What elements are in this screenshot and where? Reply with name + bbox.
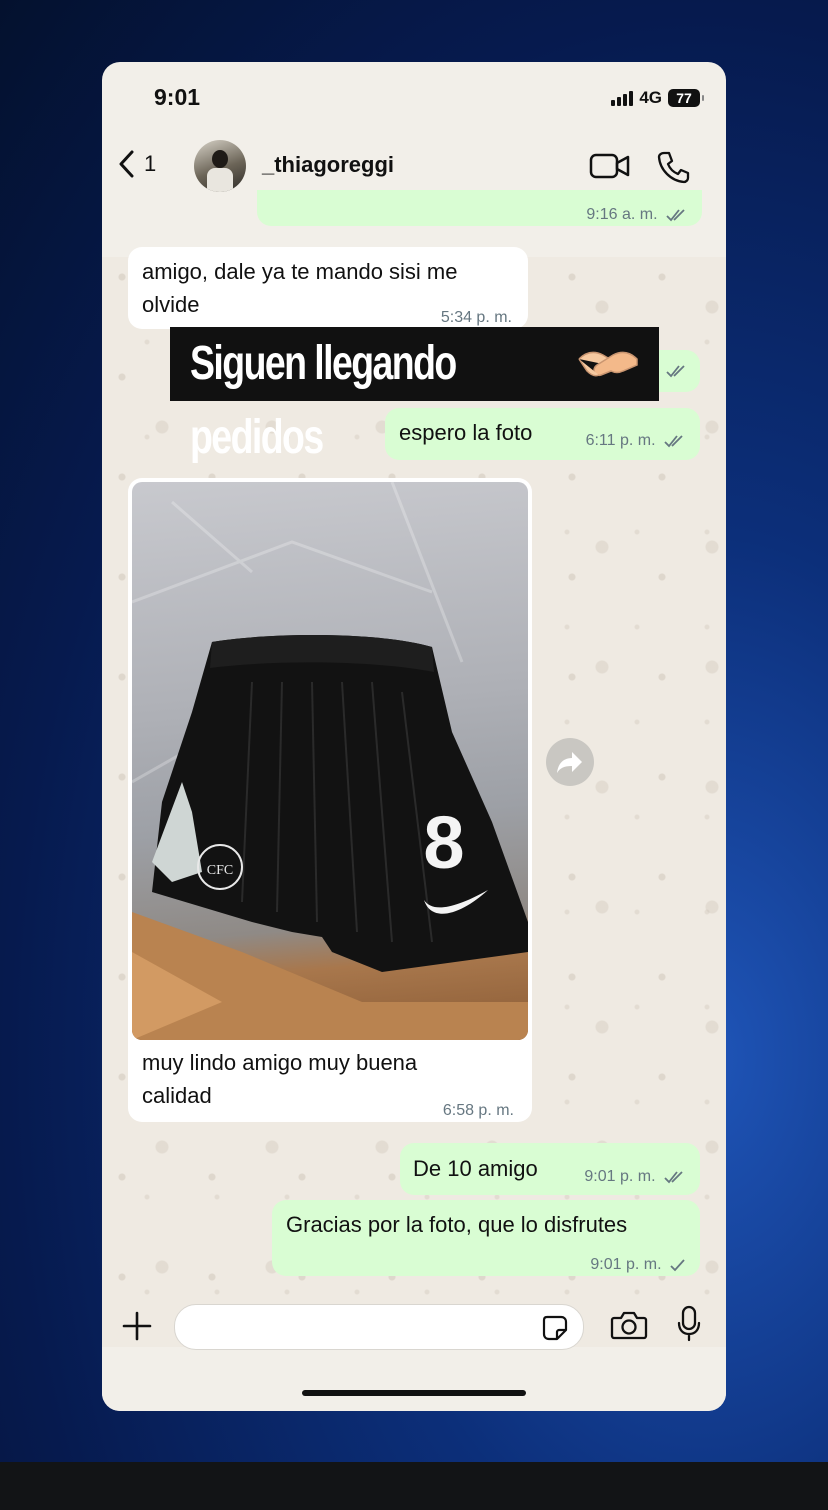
double-check-icon <box>666 209 685 222</box>
message-incoming-photo[interactable]: CFC 8 muy lindo amigo muy buena calidad … <box>128 478 532 1122</box>
message-text: espero la foto <box>399 420 533 445</box>
message-time: 9:01 p. m. <box>590 1256 662 1273</box>
forward-icon <box>557 752 582 773</box>
message-time: 9:01 p. m. <box>584 1168 656 1185</box>
os-bottom-bar <box>0 1462 828 1510</box>
promo-banner: Siguen llegando pedidos <box>170 327 659 464</box>
double-check-icon <box>664 435 683 448</box>
compose-bar <box>102 1304 726 1411</box>
message-text: calidad <box>142 1083 212 1108</box>
video-call-icon[interactable] <box>589 152 631 180</box>
crest-text: CFC <box>207 863 233 878</box>
message-input[interactable] <box>174 1304 584 1350</box>
message-outgoing[interactable]: Gracias por la foto, que lo disfrutes 9:… <box>272 1200 700 1276</box>
shirt-number: 8 <box>423 801 464 884</box>
handshake-icon <box>578 351 638 377</box>
message-time: 6:11 p. m. <box>585 432 656 449</box>
message-time: 6:58 p. m. <box>442 1102 514 1119</box>
back-button[interactable]: 1 <box>118 150 156 178</box>
back-chevron-icon <box>119 150 134 178</box>
message-outgoing[interactable]: espero la foto 6:11 p. m. <box>385 408 700 460</box>
photo-content: CFC 8 <box>132 482 528 1040</box>
signal-icon <box>611 90 634 106</box>
message-text: muy lindo amigo muy buena <box>142 1050 418 1075</box>
message-text: Gracias por la foto, que lo disfrutes <box>286 1212 628 1237</box>
home-indicator <box>302 1390 526 1396</box>
double-check-icon <box>666 365 685 378</box>
status-indicators: 4G 77 <box>611 88 704 108</box>
message-outgoing[interactable]: 9:16 a. m. <box>257 190 702 226</box>
status-time: 9:01 <box>154 84 201 110</box>
contact-name[interactable]: _thiagoreggi <box>262 152 394 178</box>
message-text: amigo, dale ya te mando sisi me <box>142 259 458 284</box>
message-outgoing[interactable]: De 10 amigo 9:01 p. m. <box>400 1143 700 1195</box>
message-text: De 10 amigo <box>413 1156 538 1181</box>
plus-icon[interactable] <box>122 1311 152 1341</box>
sticker-icon[interactable] <box>541 1314 569 1342</box>
message-incoming[interactable]: amigo, dale ya te mando sisi me olvide 5… <box>128 247 528 329</box>
shorts-photo[interactable]: CFC 8 <box>132 482 528 1040</box>
forward-button[interactable] <box>546 738 594 786</box>
network-type: 4G <box>639 88 662 107</box>
message-time: 9:16 a. m. <box>586 206 658 223</box>
unread-count: 1 <box>144 151 157 176</box>
single-check-icon <box>670 1259 685 1272</box>
avatar[interactable] <box>194 140 246 192</box>
camera-icon[interactable] <box>610 1309 648 1341</box>
double-check-icon <box>664 1171 683 1184</box>
phone-call-icon[interactable] <box>656 150 690 184</box>
battery-icon: 77 <box>668 89 704 107</box>
phone-screen: 9:01 4G 77 1 _thiagoreggi 9:16 a. m. ami… <box>102 62 726 1411</box>
microphone-icon[interactable] <box>676 1305 702 1343</box>
